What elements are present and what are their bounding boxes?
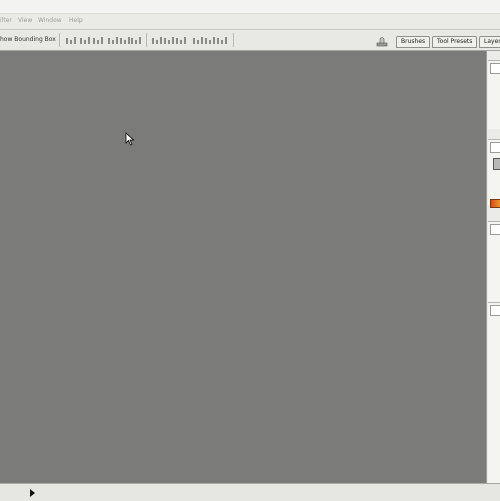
- palette-well: Brushes Tool Presets Layer: [393, 33, 500, 48]
- history-panel: [488, 221, 500, 302]
- menu-bar: ilter View Window Help: [0, 14, 500, 30]
- history-panel-tab[interactable]: [490, 224, 500, 235]
- align-vertical-centers-icon[interactable]: [80, 37, 92, 44]
- align-bottom-edges-icon[interactable]: [93, 37, 105, 44]
- menu-item-view[interactable]: View: [18, 17, 32, 24]
- options-separator: [59, 33, 60, 47]
- menu-item-help[interactable]: Help: [69, 17, 83, 24]
- options-separator: [146, 33, 147, 47]
- status-bar: [0, 483, 500, 501]
- distribute-top-icon[interactable]: [152, 37, 164, 44]
- navigator-panel-tab[interactable]: [490, 63, 500, 74]
- align-right-edges-icon[interactable]: [131, 37, 143, 44]
- options-separator: [233, 33, 234, 47]
- layers-panel: [488, 302, 500, 483]
- go-to-bridge-icon[interactable]: [375, 33, 389, 47]
- distribute-vertical-centers-icon[interactable]: [164, 37, 176, 44]
- status-menu-arrow-icon[interactable]: [30, 489, 35, 497]
- distribute-horizontal-centers-icon[interactable]: [205, 37, 217, 44]
- menu-item-window[interactable]: Window: [38, 17, 62, 24]
- align-left-edges-icon[interactable]: [108, 37, 120, 44]
- color-panel-tab[interactable]: [490, 142, 500, 153]
- right-palette-dock: [486, 51, 500, 483]
- tab-layer[interactable]: Layer: [479, 36, 500, 48]
- align-top-edges-icon[interactable]: [66, 37, 78, 44]
- title-bar: [0, 0, 500, 14]
- distribute-right-icon[interactable]: [217, 37, 229, 44]
- menu-item-filter[interactable]: ilter: [0, 17, 12, 24]
- navigator-panel: [488, 60, 500, 129]
- document-canvas-area[interactable]: [0, 51, 486, 483]
- distribute-bottom-icon[interactable]: [176, 37, 188, 44]
- tab-tool-presets[interactable]: Tool Presets: [432, 36, 478, 48]
- layers-panel-tab[interactable]: [490, 305, 500, 316]
- color-panel: [488, 139, 500, 205]
- distribute-left-icon[interactable]: [193, 37, 205, 44]
- mouse-cursor-icon: [125, 131, 135, 146]
- show-bounding-box-checkbox[interactable]: how Bounding Box: [0, 36, 56, 43]
- tab-brushes[interactable]: Brushes: [396, 36, 431, 48]
- color-ramp[interactable]: [490, 199, 500, 208]
- color-swatch[interactable]: [493, 158, 500, 170]
